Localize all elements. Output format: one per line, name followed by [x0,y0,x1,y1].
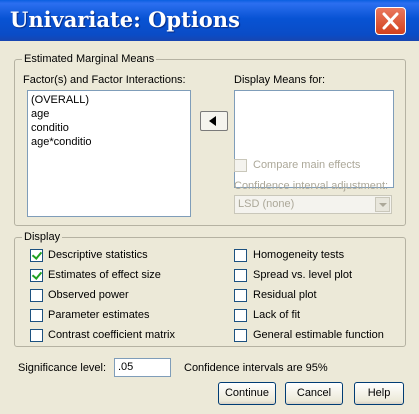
homogeneity-tests-checkbox[interactable] [234,249,247,262]
emm-legend: Estimated Marginal Means [22,53,157,65]
residual-plot-label: Residual plot [253,289,317,301]
parameter-estimates-checkbox[interactable] [30,309,43,322]
list-item[interactable]: (OVERALL) [28,93,190,107]
continue-button[interactable]: Continue [218,382,276,405]
move-button[interactable] [200,111,228,131]
dialog-body: Estimated Marginal Means Factor(s) and F… [0,41,419,414]
chevron-down-icon [375,197,390,212]
descriptive-statistics-label: Descriptive statistics [48,249,148,261]
observed-power-label: Observed power [48,289,129,301]
list-item[interactable]: age [28,107,190,121]
compare-main-effects-label: Compare main effects [253,159,361,171]
general-estimable-function-checkbox[interactable] [234,329,247,342]
display-legend: Display [22,231,63,243]
parameter-estimates-label: Parameter estimates [48,309,150,321]
factors-listbox[interactable]: (OVERALL) age conditio age*conditio [27,90,191,217]
close-icon [382,12,399,30]
descriptive-statistics-checkbox[interactable] [30,249,43,262]
list-item[interactable]: conditio [28,121,190,135]
help-button[interactable]: Help [354,382,404,405]
factors-label: Factor(s) and Factor Interactions: [23,74,186,86]
display-means-label: Display Means for: [234,74,326,86]
contrast-matrix-checkbox[interactable] [30,329,43,342]
general-estimable-function-label: General estimable function [253,329,384,341]
significance-label: Significance level: [18,362,107,374]
list-item[interactable]: age*conditio [28,135,190,149]
residual-plot-checkbox[interactable] [234,289,247,302]
display-means-listbox[interactable] [234,90,394,188]
left-arrow-icon [209,116,216,126]
ci-text: Confidence intervals are 95% [184,362,328,374]
contrast-matrix-label: Contrast coefficient matrix [48,329,175,341]
spread-level-plot-label: Spread vs. level plot [253,269,353,281]
homogeneity-tests-label: Homogeneity tests [253,249,345,261]
ci-adjustment-label: Confidence interval adjustment: [234,180,389,192]
title-bar[interactable]: Univariate: Options [0,0,419,41]
close-button[interactable] [375,7,406,35]
spread-level-plot-checkbox[interactable] [234,269,247,282]
lack-of-fit-label: Lack of fit [253,309,301,321]
effect-size-checkbox[interactable] [30,269,43,282]
ci-adjustment-value: LSD (none) [238,198,295,210]
significance-input[interactable]: .05 [114,358,171,377]
lack-of-fit-checkbox[interactable] [234,309,247,322]
window-title: Univariate: Options [10,7,240,32]
ci-adjustment-select[interactable]: LSD (none) [234,195,392,214]
effect-size-label: Estimates of effect size [48,269,161,281]
cancel-button[interactable]: Cancel [285,382,343,405]
observed-power-checkbox[interactable] [30,289,43,302]
compare-main-effects-checkbox[interactable] [234,159,247,172]
